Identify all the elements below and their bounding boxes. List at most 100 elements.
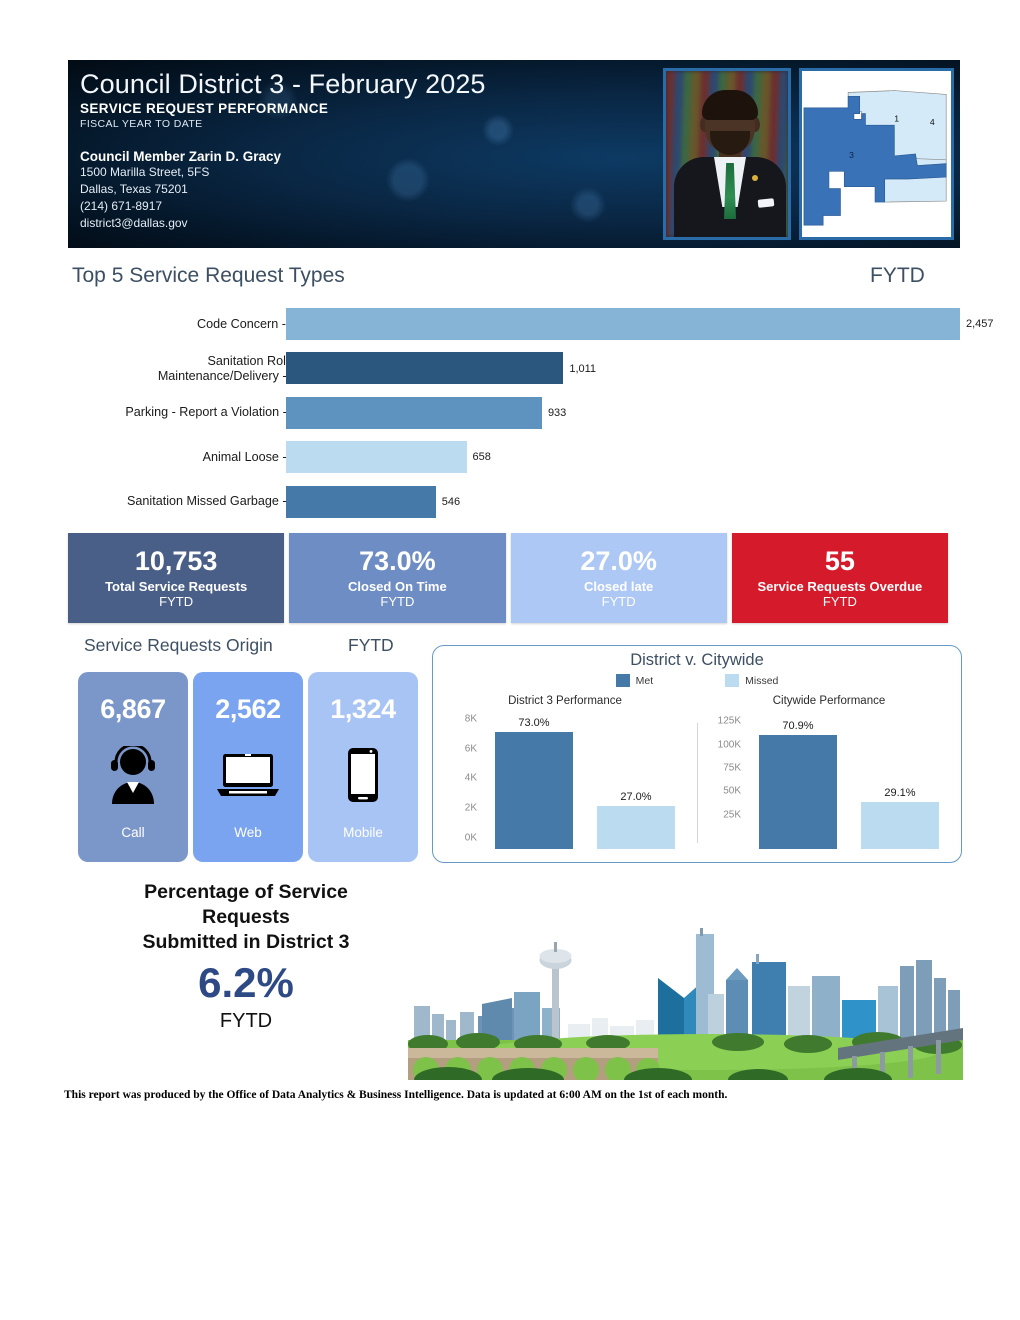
bar-value-label: 658 — [472, 451, 491, 464]
dvc-bar: 70.9% — [759, 720, 837, 849]
skyline-b3 — [812, 976, 840, 1042]
bar-value-label: 2,457 — [966, 318, 994, 331]
portrait-hair — [702, 90, 758, 120]
address-line-2: Dallas, Texas 75201 — [80, 182, 188, 197]
headset-person-icon — [106, 725, 160, 825]
mobile-phone-icon — [346, 725, 380, 825]
dvc-bar: 29.1% — [861, 787, 939, 849]
dvc-bar-data-label: 29.1% — [884, 787, 916, 800]
kpi-label: Closed On Time — [348, 578, 447, 594]
dvc-bar-data-label: 27.0% — [620, 790, 652, 803]
origin-card-value: 1,324 — [330, 694, 396, 724]
skyline-antenna-1 — [756, 954, 759, 964]
dvc-legend: Met Missed — [433, 674, 961, 687]
dallas-skyline-image — [408, 920, 963, 1080]
dvc-y-axis: 25K 50K 75K 100K 125K — [701, 716, 743, 849]
bar-category-label: Sanitation Missed Garbage - SAN — [127, 494, 316, 509]
kpi-tile: 73.0% Closed On Time FYTD — [289, 533, 506, 623]
dvc-axis-tick: 2K — [464, 802, 477, 814]
dvc-axis-tick: 8K — [464, 713, 477, 725]
bar-track: 658 — [286, 435, 960, 479]
kpi-value: 10,753 — [134, 546, 218, 577]
origin-card-value: 2,562 — [215, 694, 281, 724]
dvc-axis-tick: 125K — [717, 715, 741, 727]
bar-value-label: 546 — [441, 495, 461, 508]
percentage-fytd-label: FYTD — [219, 1010, 273, 1032]
address-line-1: 1500 Marilla Street, 5FS — [80, 165, 210, 180]
council-member-name: Council Member Zarin D. Gracy — [80, 149, 282, 165]
map-label-3: 3 — [849, 150, 854, 160]
skyline-tower-b — [514, 992, 540, 1042]
report-header: Council District 3 - February 2025 SERVI… — [68, 60, 960, 248]
dvc-axis-tick: 50K — [723, 785, 741, 797]
phone-number: (214) 671-8917 — [80, 199, 163, 214]
dvc-panel-row: District 3 Performance 0K 2K 4K 6K 8K 73.0% 27.… — [433, 695, 961, 855]
kpi-period: FYTD — [159, 593, 194, 609]
report-footer-note: This report was produced by the Office o… — [64, 1089, 728, 1101]
dvc-title: District v. Citywide — [630, 651, 764, 669]
email-address: district3@dallas.gov — [80, 216, 188, 231]
origin-card: 6,867 Call — [78, 672, 188, 862]
kpi-label: Total Service Requests — [105, 578, 248, 594]
bar-fill — [286, 308, 960, 340]
bar-row: Animal Loose - DAS 658 — [60, 435, 960, 479]
legend-swatch-met — [615, 674, 630, 687]
skyline-boa — [726, 980, 748, 1042]
dvc-bars: 70.9% 29.1% — [747, 720, 951, 849]
percentage-block: Percentage of Service Requests Submitted… — [96, 880, 396, 1033]
bar-fill — [286, 485, 436, 518]
bar-row: Sanitation Roll Cart Maintenance/Deliver… — [60, 346, 960, 390]
percentage-value: 6.2% — [198, 959, 294, 1006]
bar-row: Sanitation Missed Garbage - SAN 546 — [60, 480, 960, 524]
bar-category-label: Code Concern - CCS — [197, 316, 316, 331]
percentage-heading-line-3: Submitted in District 3 — [142, 931, 350, 953]
kpi-period: FYTD — [601, 593, 636, 609]
kpi-value: 27.0% — [580, 546, 657, 577]
legend-item-missed: Missed — [725, 674, 778, 687]
bar-track: 546 — [286, 480, 960, 524]
bar-fill — [286, 441, 467, 474]
dvc-axis-tick: 0K — [464, 832, 477, 844]
kpi-label: Service Requests Overdue — [757, 578, 923, 594]
dvc-axis-tick: 4K — [464, 772, 477, 784]
dvc-bar: 27.0% — [597, 791, 675, 849]
bar-fill — [286, 352, 564, 385]
dvc-plot-area: 0K 2K 4K 6K 8K 73.0% 27.0% — [433, 713, 691, 855]
bar-category-label: Animal Loose - DAS — [202, 449, 316, 464]
bar-value-label: 1,011 — [569, 362, 597, 375]
dvc-axis-tick: 25K — [723, 809, 741, 821]
district-vs-citywide-chart: District v. Citywide Met Missed District… — [432, 645, 962, 863]
kpi-tile: 10,753 Total Service Requests FYTD — [68, 533, 285, 623]
dvc-axis-tick: 100K — [717, 739, 741, 751]
legend-item-met: Met — [615, 674, 654, 687]
bar-track: 2,457 — [286, 302, 994, 346]
kpi-tile-row: 10,753 Total Service Requests FYTD 73.0% Clo… — [68, 533, 948, 623]
bar-fill — [286, 396, 542, 429]
percentage-heading-line-2: Requests — [202, 906, 290, 928]
origin-fytd-label: FYTD — [348, 635, 394, 655]
bar-row: Code Concern - CCS 2,457 — [60, 302, 994, 346]
percentage-heading-line-1: Percentage of Service — [144, 881, 348, 903]
kpi-label: Closed late — [583, 578, 654, 594]
origin-card-label: Mobile — [343, 825, 383, 840]
page-title: Council District 3 - February 2025 — [80, 69, 486, 99]
map-label-1: 1 — [894, 113, 899, 123]
portrait-pocket-square — [757, 198, 775, 208]
top5-bar-chart: Code Concern - CCS 2,457 Sanitation Roll C… — [60, 302, 994, 524]
header-period: FISCAL YEAR TO DATE — [80, 118, 203, 131]
dvc-panel-title: Citywide Performance — [772, 695, 886, 707]
bar-category-label: Sanitation Roll Cart Maintenance/Deliver… — [157, 353, 316, 383]
kpi-period: FYTD — [822, 593, 857, 609]
bar-track: 933 — [286, 391, 960, 435]
dvc-bar-data-label: 70.9% — [782, 720, 814, 733]
dvc-plot-area: 25K 50K 75K 100K 125K 70.9% 29.1% — [697, 716, 955, 855]
legend-label-met: Met — [635, 674, 654, 687]
skyline-tower-d — [752, 962, 786, 1042]
header-text-block: Council District 3 - February 2025 SERVI… — [80, 68, 486, 232]
kpi-tile: 27.0% Closed late FYTD — [510, 533, 727, 623]
dvc-axis-tick: 75K — [723, 762, 741, 774]
origin-card: 2,562 Web — [193, 672, 303, 862]
district-map-svg: 1 3 4 — [802, 71, 951, 237]
report-page: Council District 3 - February 2025 SERVI… — [0, 0, 1020, 1320]
kpi-value: 55 — [824, 546, 855, 577]
